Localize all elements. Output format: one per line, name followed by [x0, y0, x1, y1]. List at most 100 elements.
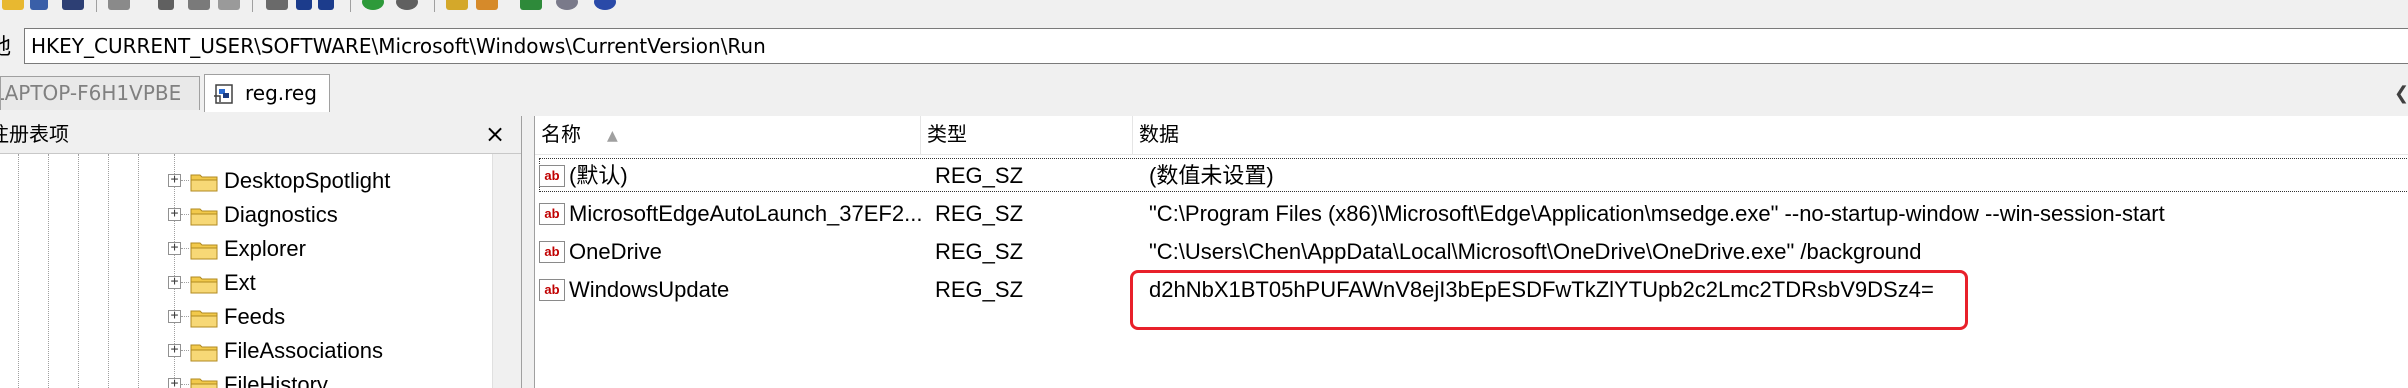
tree-guide-line: [18, 154, 19, 388]
tree-connector: [181, 282, 189, 283]
value-data: "C:\Users\Chen\AppData\Local\Microsoft\O…: [1149, 239, 1922, 264]
tree-guide-line: [48, 154, 49, 388]
expand-icon[interactable]: +: [168, 309, 181, 323]
value-type: REG_SZ: [935, 277, 1024, 302]
tree-connector: [181, 248, 189, 249]
expand-icon[interactable]: +: [168, 207, 181, 221]
expand-icon[interactable]: +: [168, 173, 181, 187]
toolbar-separator: [252, 0, 253, 12]
tree-item-feeds[interactable]: + Feeds: [164, 300, 484, 334]
toolbar: [0, 0, 2408, 22]
expand-icon[interactable]: +: [168, 275, 181, 289]
string-value-icon: ab: [539, 165, 565, 187]
tree-connector: [181, 316, 189, 317]
tree-item-ext[interactable]: + Ext: [164, 266, 484, 300]
column-header-data[interactable]: 数据: [1133, 116, 2408, 154]
forward-icon[interactable]: [396, 0, 418, 10]
cut-icon[interactable]: [158, 0, 174, 10]
tree-item-label: DesktopSpotlight: [224, 168, 391, 193]
tree-connector: [181, 384, 189, 385]
tree-item-label: FileAssociations: [224, 338, 383, 363]
address-path[interactable]: HKEY_CURRENT_USER\SOFTWARE\Microsoft\Win…: [31, 29, 766, 63]
tree-connector: [181, 350, 189, 351]
column-header-label: 数据: [1139, 122, 1179, 146]
string-value-icon: ab: [539, 203, 565, 225]
tree-scrollbar[interactable]: [492, 154, 521, 388]
tree-guide-line: [78, 154, 79, 388]
tree-item-filehistory[interactable]: + FileHistory: [164, 368, 484, 388]
folder-icon: [190, 310, 218, 328]
value-name: WindowsUpdate: [569, 277, 730, 302]
toolbar-separator: [96, 0, 97, 12]
tree-item-desktopspotlight[interactable]: + DesktopSpotlight: [164, 164, 484, 198]
tree-connector: [181, 180, 189, 181]
value-row[interactable]: ab (默认) REG_SZ (数值未设置): [535, 158, 2408, 194]
expand-icon[interactable]: +: [168, 241, 181, 255]
copy-icon[interactable]: [188, 0, 210, 10]
tree-item-fileassociations[interactable]: + FileAssociations: [164, 334, 484, 368]
folder-icon: [190, 276, 218, 294]
address-bar[interactable]: HKEY_CURRENT_USER\SOFTWARE\Microsoft\Win…: [24, 28, 2408, 64]
delete-icon[interactable]: [266, 0, 288, 10]
column-header-type[interactable]: 类型: [921, 116, 1133, 154]
tree-item-label: Feeds: [224, 304, 286, 329]
expand-icon[interactable]: +: [168, 343, 181, 357]
value-data: (数值未设置): [1149, 163, 1274, 188]
column-header-label: 名称: [541, 122, 581, 146]
find-icon[interactable]: [108, 0, 130, 10]
toolbar-separator: [434, 0, 435, 12]
value-data: "C:\Program Files (x86)\Microsoft\Edge\A…: [1149, 201, 2165, 226]
folder-icon: [190, 378, 218, 388]
tab-bar: LAPTOP-F6H1VPBE reg.reg ❮: [0, 74, 2408, 114]
value-name: (默认): [569, 163, 628, 188]
tab-scroll-left-icon[interactable]: ❮: [2394, 78, 2408, 108]
search-icon[interactable]: [476, 0, 498, 10]
value-type: REG_SZ: [935, 201, 1024, 226]
expand-icon[interactable]: +: [168, 377, 181, 388]
tree-guide-line: [138, 154, 139, 388]
sort-ascending-icon: ▲: [607, 127, 618, 144]
value-row[interactable]: ab OneDrive REG_SZ "C:\Users\Chen\AppDat…: [535, 234, 2408, 270]
help-icon[interactable]: [594, 0, 616, 10]
tab-label: reg.reg: [245, 81, 317, 105]
tab-label: LAPTOP-F6H1VPBE: [0, 81, 182, 105]
folder-icon: [190, 174, 218, 192]
toolbar-separator: [350, 0, 351, 12]
pane-splitter[interactable]: [522, 116, 534, 388]
column-header-name[interactable]: 名称 ▲: [535, 116, 921, 154]
tree-guide-line: [108, 154, 109, 388]
registry-tree-pane: 注册表项 × + DesktopSpotlight + Diagnostics …: [0, 116, 522, 388]
tree-item-diagnostics[interactable]: + Diagnostics: [164, 198, 484, 232]
tab-laptop[interactable]: LAPTOP-F6H1VPBE: [0, 76, 200, 110]
tree-item-label: FileHistory: [224, 372, 328, 388]
registry-file-icon: [214, 84, 233, 104]
tree-item-label: Ext: [224, 270, 256, 295]
value-type: REG_SZ: [935, 163, 1024, 188]
header-divider: [535, 154, 2408, 155]
undo-icon[interactable]: [296, 0, 312, 10]
tab-reg-file[interactable]: reg.reg: [204, 74, 330, 112]
close-icon[interactable]: ×: [482, 120, 508, 148]
value-row[interactable]: ab MicrosoftEdgeAutoLaunch_37EF2... REG_…: [535, 196, 2408, 232]
export-icon[interactable]: [520, 0, 542, 10]
registry-values-pane: 名称 ▲ 类型 数据 ab (默认) REG_SZ (数值未设置) ab Micr…: [534, 116, 2408, 388]
print-icon[interactable]: [62, 0, 84, 10]
tree-pane-header: 注册表项 ×: [0, 116, 521, 154]
save-icon[interactable]: [30, 0, 48, 10]
string-value-icon: ab: [539, 279, 565, 301]
folder-open-icon[interactable]: [2, 0, 24, 10]
settings-icon[interactable]: [556, 0, 578, 10]
tree-pane-title: 注册表项: [0, 122, 69, 146]
folder-icon: [190, 242, 218, 260]
value-name: MicrosoftEdgeAutoLaunch_37EF2...: [569, 201, 923, 226]
address-label: 地址: [0, 35, 12, 60]
tree-item-label: Diagnostics: [224, 202, 338, 227]
favorite-icon[interactable]: [446, 0, 468, 10]
tree-item-explorer[interactable]: + Explorer: [164, 232, 484, 266]
paste-icon[interactable]: [218, 0, 240, 10]
column-header-label: 类型: [927, 122, 967, 146]
redo-icon[interactable]: [318, 0, 334, 10]
folder-icon: [190, 344, 218, 362]
value-name: OneDrive: [569, 239, 662, 264]
back-icon[interactable]: [362, 0, 384, 10]
